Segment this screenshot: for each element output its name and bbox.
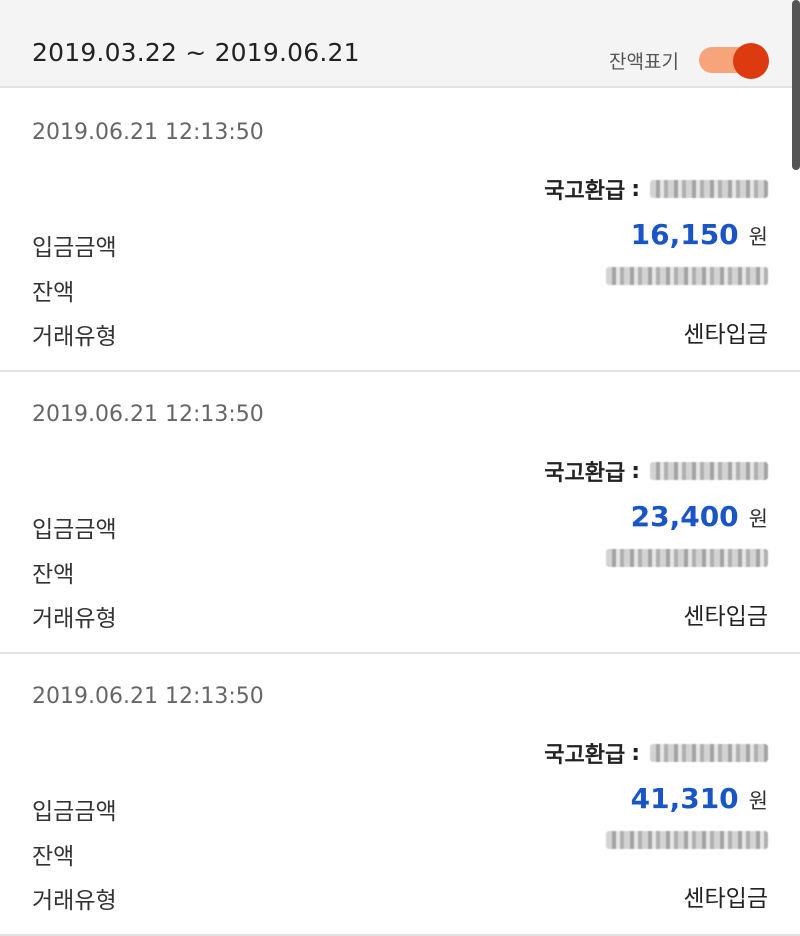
masked-tax-office <box>650 744 768 762</box>
transaction-item[interactable]: 2019.06.21 12:13:50 국고환급 : 입금금액 23,400 원… <box>0 372 800 654</box>
transaction-type-label: 거래유형 <box>32 606 117 632</box>
deposit-amount-label: 입금금액 <box>32 799 117 825</box>
period-header: 2019.03.22 ~ 2019.06.21 잔액표기 <box>0 0 800 88</box>
refund-label: 국고환급 <box>544 179 626 204</box>
refund-label: 국고환급 <box>544 743 626 768</box>
deposit-amount: 41,310 원 <box>631 782 768 815</box>
deposit-amount-value: 41,310 <box>630 782 739 815</box>
toggle-knob <box>733 43 769 79</box>
deposit-amount-label: 입금금액 <box>32 517 117 543</box>
transaction-datetime: 2019.06.21 12:13:50 <box>32 402 264 427</box>
transaction-datetime: 2019.06.21 12:13:50 <box>32 684 264 709</box>
balance-toggle[interactable] <box>699 43 771 79</box>
period-range[interactable]: 2019.03.22 ~ 2019.06.21 <box>32 38 360 67</box>
refund-colon: : <box>631 176 640 202</box>
masked-balance <box>606 549 768 567</box>
currency-unit: 원 <box>748 225 768 249</box>
refund-label: 국고환급 <box>544 461 626 486</box>
deposit-amount: 16,150 원 <box>631 218 768 251</box>
refund-source: 국고환급 : <box>544 737 768 769</box>
transaction-datetime: 2019.06.21 12:13:50 <box>32 120 264 145</box>
transaction-type-label: 거래유형 <box>32 888 117 914</box>
transaction-type-label: 거래유형 <box>32 324 117 350</box>
balance-label: 잔액 <box>32 562 75 588</box>
transaction-item[interactable]: 2019.06.21 12:13:50 국고환급 : 입금금액 16,150 원… <box>0 90 800 372</box>
deposit-amount: 23,400 원 <box>631 500 768 533</box>
deposit-amount-label: 입금금액 <box>32 235 117 261</box>
deposit-amount-value: 16,150 <box>630 218 739 251</box>
balance-toggle-label: 잔액표기 <box>609 51 679 73</box>
balance-label: 잔액 <box>32 280 75 306</box>
refund-colon: : <box>631 740 640 766</box>
transaction-type-value: 센타입금 <box>683 886 768 912</box>
transaction-type-value: 센타입금 <box>683 604 768 630</box>
refund-colon: : <box>631 458 640 484</box>
refund-source: 국고환급 : <box>544 455 768 487</box>
transaction-item[interactable]: 2019.06.21 12:13:50 국고환급 : 입금금액 41,310 원… <box>0 654 800 936</box>
masked-tax-office <box>650 180 768 198</box>
masked-balance <box>606 267 768 285</box>
masked-tax-office <box>650 462 768 480</box>
balance-label: 잔액 <box>32 844 75 870</box>
transaction-type-value: 센타입금 <box>683 322 768 348</box>
masked-balance <box>606 831 768 849</box>
currency-unit: 원 <box>748 789 768 813</box>
refund-source: 국고환급 : <box>544 173 768 205</box>
deposit-amount-value: 23,400 <box>630 500 739 533</box>
currency-unit: 원 <box>748 507 768 531</box>
